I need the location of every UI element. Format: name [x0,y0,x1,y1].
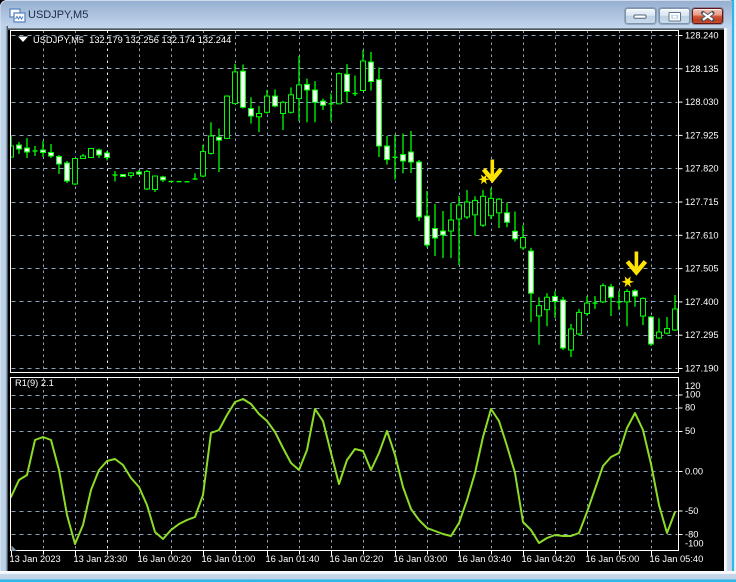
svg-text:127.820: 127.820 [685,164,719,174]
svg-text:16 Jan 05:40: 16 Jan 05:40 [650,554,704,564]
svg-text:128.030: 128.030 [685,97,719,107]
svg-text:128.135: 128.135 [685,64,719,74]
svg-text:16 Jan 01:40: 16 Jan 01:40 [266,554,320,564]
svg-text:127.190: 127.190 [685,364,719,374]
svg-text:-100: -100 [685,539,704,549]
svg-text:127.715: 127.715 [685,197,719,207]
svg-text:USDJPY,M5 132.179 132.256 132: USDJPY,M5 132.179 132.256 132.174 132.24… [33,35,231,45]
svg-text:0.00: 0.00 [685,467,703,477]
svg-text:16 Jan 03:00: 16 Jan 03:00 [394,554,448,564]
svg-text:100: 100 [685,390,701,400]
svg-text:-50: -50 [685,506,698,516]
svg-text:50: 50 [685,426,695,436]
svg-text:128.240: 128.240 [685,31,719,41]
svg-text:80: 80 [685,403,695,413]
svg-text:13 Jan 23:30: 13 Jan 23:30 [74,554,128,564]
svg-text:16 Jan 04:20: 16 Jan 04:20 [522,554,576,564]
svg-text:16 Jan 01:00: 16 Jan 01:00 [202,554,256,564]
svg-text:127.610: 127.610 [685,230,719,240]
svg-text:16 Jan 00:20: 16 Jan 00:20 [138,554,192,564]
svg-text:16 Jan 03:40: 16 Jan 03:40 [458,554,512,564]
svg-text:127.505: 127.505 [685,264,719,274]
svg-text:127.925: 127.925 [685,130,719,140]
svg-text:13 Jan 2023: 13 Jan 2023 [10,554,61,564]
svg-text:R1(9) 2.1: R1(9) 2.1 [15,378,54,388]
svg-text:16 Jan 05:00: 16 Jan 05:00 [586,554,640,564]
svg-text:16 Jan 02:20: 16 Jan 02:20 [330,554,384,564]
svg-text:127.295: 127.295 [685,330,719,340]
svg-text:127.400: 127.400 [685,297,719,307]
